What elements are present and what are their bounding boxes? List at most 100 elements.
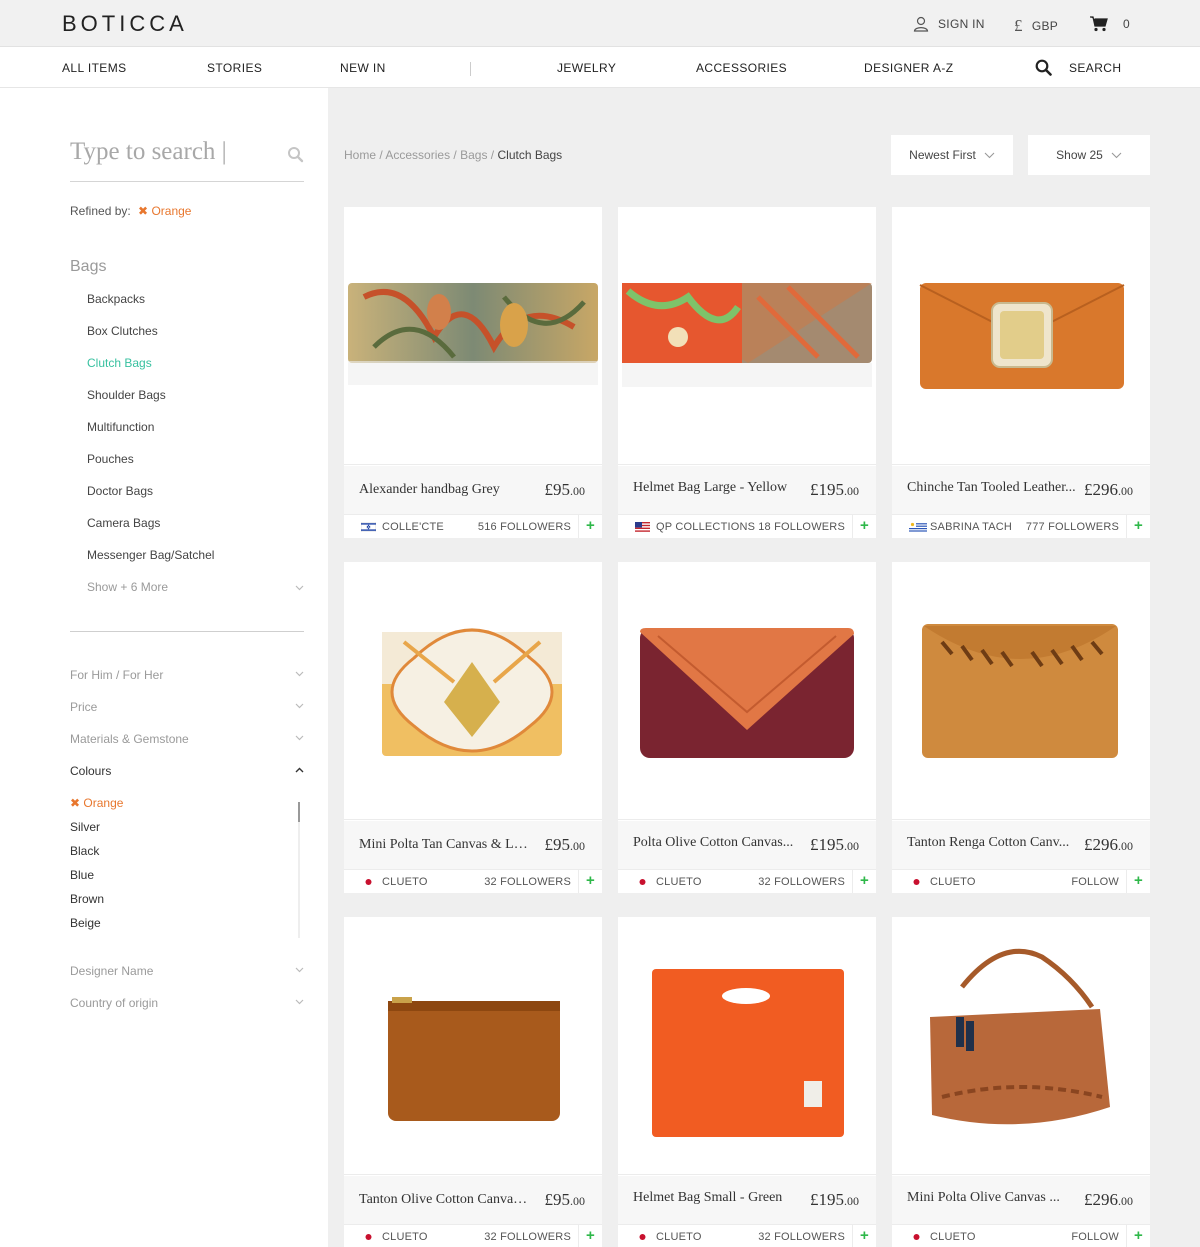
nav-jewelry[interactable]: JEWELRY xyxy=(557,61,616,75)
sidebar-search-input[interactable]: Type to search | xyxy=(70,136,304,182)
follow-plus-button[interactable]: + xyxy=(852,515,876,538)
category-camera-bags[interactable]: Camera Bags xyxy=(87,516,160,530)
product-image[interactable] xyxy=(618,207,876,465)
designer-name[interactable]: CLUETO xyxy=(382,1231,428,1243)
category-box-clutches[interactable]: Box Clutches xyxy=(87,324,158,338)
refined-tag-orange[interactable]: ✖ Orange xyxy=(138,204,191,218)
product-name[interactable]: Chinche Tan Tooled Leather... xyxy=(907,480,1077,496)
follow-plus-button[interactable]: + xyxy=(1126,870,1150,893)
follow-plus-button[interactable]: + xyxy=(1126,1225,1150,1247)
product-name[interactable]: Mini Polta Tan Canvas & Le... xyxy=(359,837,529,853)
facet-designer-name[interactable]: Designer Name xyxy=(70,964,304,978)
product-name[interactable]: Tanton Olive Cotton Canvas... xyxy=(359,1192,529,1208)
nav-new-in[interactable]: NEW IN xyxy=(340,61,386,75)
main-nav: ALL ITEMS STORIES NEW IN JEWELRY ACCESSO… xyxy=(0,47,1200,88)
nav-all-items[interactable]: ALL ITEMS xyxy=(62,61,127,75)
nav-search[interactable]: SEARCH xyxy=(1069,61,1121,75)
nav-accessories[interactable]: ACCESSORIES xyxy=(696,61,787,75)
category-shoulder-bags[interactable]: Shoulder Bags xyxy=(87,388,166,402)
designer-name[interactable]: CLUETO xyxy=(930,1231,976,1243)
follow-plus-button[interactable]: + xyxy=(578,1225,602,1247)
designer-name[interactable]: COLLE'CTE xyxy=(382,521,444,533)
follow-plus-button[interactable]: + xyxy=(1126,515,1150,538)
product-card[interactable]: Helmet Bag Large - Yellow £195.00 QP COL… xyxy=(618,207,876,538)
chevron-down-icon[interactable] xyxy=(295,585,304,591)
colour-blue[interactable]: Blue xyxy=(70,868,94,882)
product-card[interactable]: Chinche Tan Tooled Leather... £296.00 SA… xyxy=(892,207,1150,538)
product-info: Mini Polta Tan Canvas & Le... £95.00 xyxy=(344,821,602,869)
breadcrumb-accessories[interactable]: Accessories xyxy=(385,148,450,162)
colours-scroll-thumb[interactable] xyxy=(298,802,300,822)
product-image[interactable] xyxy=(344,562,602,820)
designer-name[interactable]: SABRINA TACH xyxy=(930,521,1012,533)
designer-name[interactable]: CLUETO xyxy=(656,1231,702,1243)
facet-price[interactable]: Price xyxy=(70,700,304,714)
product-image[interactable] xyxy=(892,207,1150,465)
facet-country-of-origin[interactable]: Country of origin xyxy=(70,996,304,1010)
site-logo[interactable]: BOTICCA xyxy=(62,11,188,37)
sign-in-link[interactable]: SIGN IN xyxy=(913,16,985,32)
colour-beige[interactable]: Beige xyxy=(70,916,101,930)
cart-link[interactable]: 0 xyxy=(1090,16,1130,32)
product-name[interactable]: Helmet Bag Small - Green xyxy=(633,1190,803,1206)
product-name[interactable]: Helmet Bag Large - Yellow xyxy=(633,480,803,496)
product-name[interactable]: Alexander handbag Grey xyxy=(359,482,529,498)
category-clutch-bags[interactable]: Clutch Bags xyxy=(87,356,152,370)
product-card[interactable]: Tanton Renga Cotton Canv... £296.00 CLUE… xyxy=(892,562,1150,893)
facet-for-him-her[interactable]: For Him / For Her xyxy=(70,668,304,682)
colour-orange[interactable]: ✖ Orange xyxy=(70,796,123,810)
designer-name[interactable]: CLUETO xyxy=(656,876,702,888)
category-pouches[interactable]: Pouches xyxy=(87,452,134,466)
designer-bar: CLUETO 32 FOLLOWERS + xyxy=(344,869,602,893)
follow-link[interactable]: FOLLOW xyxy=(1071,1231,1119,1243)
follow-plus-button[interactable]: + xyxy=(578,870,602,893)
product-info: Mini Polta Olive Canvas ... £296.00 xyxy=(892,1176,1150,1224)
chevron-down-icon xyxy=(1111,152,1122,158)
follow-plus-button[interactable]: + xyxy=(852,1225,876,1247)
nav-stories[interactable]: STORIES xyxy=(207,61,262,75)
search-icon[interactable] xyxy=(287,146,304,163)
category-messenger-bag[interactable]: Messenger Bag/Satchel xyxy=(87,548,214,562)
product-card[interactable]: Mini Polta Olive Canvas ... £296.00 CLUE… xyxy=(892,917,1150,1247)
sort-dropdown[interactable]: Newest First xyxy=(891,135,1013,175)
product-image[interactable] xyxy=(344,207,602,465)
product-image[interactable] xyxy=(344,917,602,1175)
search-icon[interactable] xyxy=(1035,59,1052,76)
follow-plus-button[interactable]: + xyxy=(578,515,602,538)
designer-name[interactable]: CLUETO xyxy=(930,876,976,888)
follow-link[interactable]: FOLLOW xyxy=(1071,876,1119,888)
currency-selector[interactable]: £ GBP xyxy=(1014,16,1058,36)
nav-designer-az[interactable]: DESIGNER A-Z xyxy=(864,61,953,75)
facet-label: Price xyxy=(70,700,98,714)
product-card[interactable]: Alexander handbag Grey £95.00 COLLE'CTE … xyxy=(344,207,602,538)
product-image[interactable] xyxy=(892,917,1150,1175)
colour-black[interactable]: Black xyxy=(70,844,99,858)
product-card[interactable]: Mini Polta Tan Canvas & Le... £95.00 CLU… xyxy=(344,562,602,893)
remove-x-icon[interactable]: ✖ xyxy=(70,796,80,810)
product-image[interactable] xyxy=(618,562,876,820)
colours-scrollbar[interactable] xyxy=(298,802,300,938)
colour-brown[interactable]: Brown xyxy=(70,892,104,906)
product-image[interactable] xyxy=(618,917,876,1175)
show-more-categories[interactable]: Show + 6 More xyxy=(87,580,168,594)
product-image[interactable] xyxy=(892,562,1150,820)
designer-name[interactable]: QP COLLECTIONS xyxy=(656,521,755,533)
product-name[interactable]: Tanton Renga Cotton Canv... xyxy=(907,835,1077,851)
facet-materials[interactable]: Materials & Gemstone xyxy=(70,732,304,746)
product-name[interactable]: Polta Olive Cotton Canvas... xyxy=(633,835,803,851)
product-card[interactable]: Helmet Bag Small - Green £195.00 CLUETO … xyxy=(618,917,876,1247)
colour-silver[interactable]: Silver xyxy=(70,820,100,834)
breadcrumb-home[interactable]: Home xyxy=(344,148,376,162)
facet-colours[interactable]: Colours xyxy=(70,764,304,778)
product-name[interactable]: Mini Polta Olive Canvas ... xyxy=(907,1190,1077,1206)
category-backpacks[interactable]: Backpacks xyxy=(87,292,145,306)
breadcrumb-bags[interactable]: Bags xyxy=(460,148,487,162)
product-card[interactable]: Polta Olive Cotton Canvas... £195.00 CLU… xyxy=(618,562,876,893)
product-card[interactable]: Tanton Olive Cotton Canvas... £95.00 CLU… xyxy=(344,917,602,1247)
follow-plus-button[interactable]: + xyxy=(852,870,876,893)
designer-name[interactable]: CLUETO xyxy=(382,876,428,888)
category-multifunction[interactable]: Multifunction xyxy=(87,420,154,434)
page-size-dropdown[interactable]: Show 25 xyxy=(1028,135,1150,175)
category-doctor-bags[interactable]: Doctor Bags xyxy=(87,484,153,498)
remove-x-icon[interactable]: ✖ xyxy=(138,204,148,218)
